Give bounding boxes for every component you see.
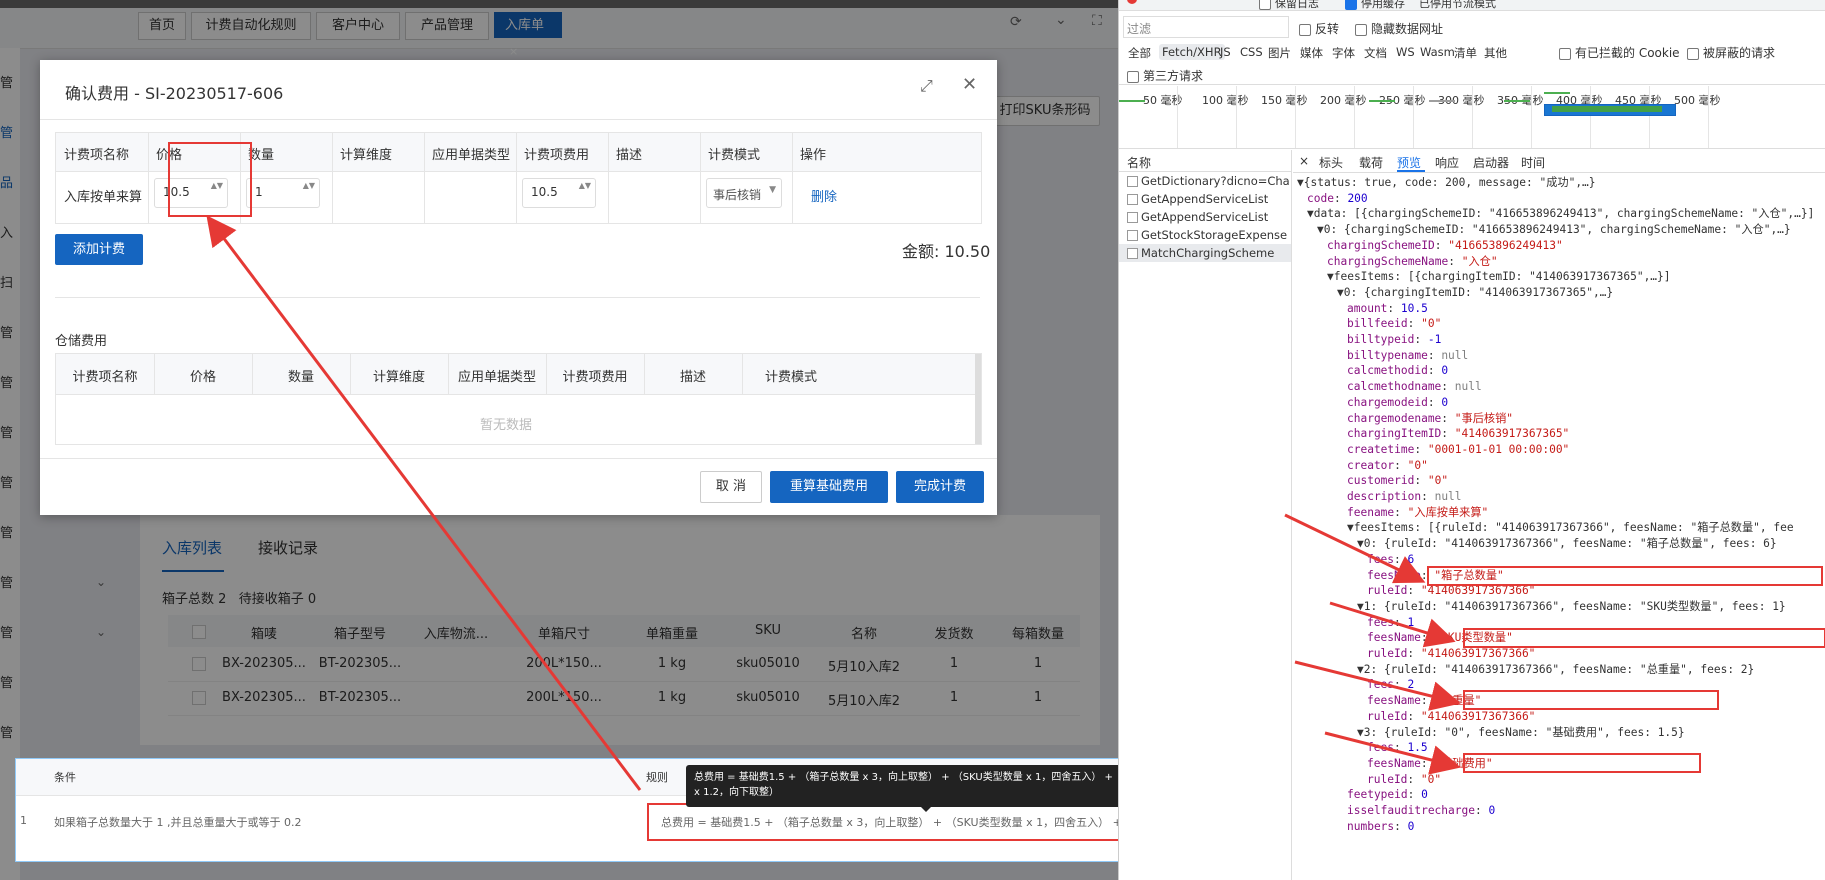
arrow-to-fees-0 [1284, 513, 1426, 584]
annotation-arrows [206, 215, 1461, 791]
arrow-to-fees-2 [1294, 660, 1461, 711]
arrow-to-fees-3 [1324, 731, 1461, 775]
arrow-to-price [206, 215, 642, 791]
arrow-to-fees-1 [1329, 601, 1456, 648]
